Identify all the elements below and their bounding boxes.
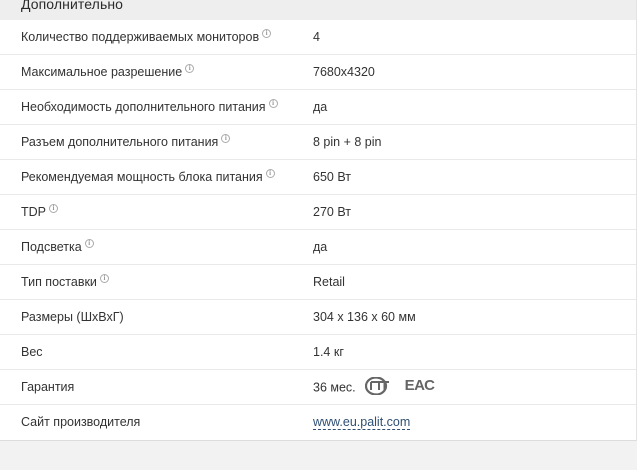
manufacturer-link[interactable]: www.eu.palit.com bbox=[313, 415, 411, 430]
spec-value: 304 x 136 x 60 мм bbox=[313, 310, 416, 324]
spec-value: да bbox=[313, 100, 328, 114]
spec-row-dimensions: Размеры (ШхВхГ) 304 x 136 x 60 мм bbox=[0, 300, 636, 335]
spec-label-text: Необходимость дополнительного питания bbox=[21, 100, 266, 114]
spec-value: 4 bbox=[313, 30, 320, 44]
spec-label-text: Максимальное разрешение bbox=[21, 65, 183, 79]
section-title: Дополнительно bbox=[21, 0, 124, 12]
section-header: Дополнительно bbox=[0, 0, 636, 20]
info-icon[interactable]: i bbox=[99, 274, 109, 283]
spec-value: 650 Вт bbox=[313, 170, 351, 184]
spec-label-text: Размеры (ШхВхГ) bbox=[21, 310, 124, 324]
spec-value: 7680x4320 bbox=[313, 65, 375, 79]
spec-row-weight: Вес 1.4 кг bbox=[0, 335, 636, 370]
spec-row-monitors: Количество поддерживаемых мониторов i 4 bbox=[0, 20, 636, 55]
spec-row-psu-power: Рекомендуемая мощность блока питания i 65… bbox=[0, 160, 636, 195]
spec-row-delivery-type: Тип поставки i Retail bbox=[0, 265, 636, 300]
spec-label-text: Подсветка bbox=[21, 240, 82, 254]
info-icon[interactable]: i bbox=[265, 169, 275, 178]
eac-certification-icon: ЕАС bbox=[404, 377, 435, 394]
info-icon[interactable]: i bbox=[268, 99, 278, 108]
spec-label: Размеры (ШхВхГ) bbox=[21, 309, 124, 325]
spec-label-text: Разъем дополнительного питания bbox=[21, 135, 219, 149]
spec-label-text: Количество поддерживаемых мониторов bbox=[21, 30, 260, 44]
spec-value: www.eu.palit.com bbox=[313, 414, 411, 430]
warranty-text: 36 мес. bbox=[313, 380, 356, 395]
info-icon[interactable]: i bbox=[49, 204, 58, 213]
spec-label: Рекомендуемая мощность блока питания i bbox=[21, 169, 275, 185]
spec-label: Подсветка i bbox=[21, 239, 94, 255]
spec-value: да bbox=[313, 240, 328, 254]
spec-label-text: Вес bbox=[21, 345, 43, 359]
spec-row-resolution: Максимальное разрешение i 7680x4320 bbox=[0, 55, 636, 90]
spec-label: Необходимость дополнительного питания i bbox=[21, 99, 278, 115]
spec-label-text: Гарантия bbox=[21, 380, 75, 394]
info-icon[interactable]: i bbox=[84, 239, 94, 248]
spec-label-text: Рекомендуемая мощность блока питания bbox=[21, 170, 263, 184]
spec-row-tdp: TDP i 270 Вт bbox=[0, 195, 636, 230]
spec-value: 1.4 кг bbox=[313, 345, 344, 359]
spec-value: Retail bbox=[313, 275, 345, 289]
spec-row-backlight: Подсветка i да bbox=[0, 230, 636, 265]
spec-label-text: TDP bbox=[21, 205, 46, 219]
spec-label: Разъем дополнительного питания i bbox=[21, 134, 231, 150]
certification-marks: ЕАС bbox=[365, 377, 435, 395]
spec-row-power-connector: Разъем дополнительного питания i 8 pin + … bbox=[0, 125, 636, 160]
spec-value: 36 мес. ЕАС bbox=[313, 377, 435, 397]
specs-panel: Дополнительно Количество поддерживаемых … bbox=[0, 0, 637, 441]
spec-value: 8 pin + 8 pin bbox=[313, 135, 382, 149]
info-icon[interactable]: i bbox=[185, 64, 195, 73]
spec-label: Максимальное разрешение i bbox=[21, 64, 195, 80]
spec-label: Вес bbox=[21, 344, 43, 360]
spec-label: Сайт производителя bbox=[21, 414, 140, 430]
spec-row-manufacturer-site: Сайт производителя www.eu.palit.com bbox=[0, 405, 636, 440]
spec-row-extra-power: Необходимость дополнительного питания i д… bbox=[0, 90, 636, 125]
spec-row-warranty: Гарантия 36 мес. ЕАС bbox=[0, 370, 636, 405]
spec-value: 270 Вт bbox=[313, 205, 351, 219]
spec-label: Количество поддерживаемых мониторов i bbox=[21, 29, 272, 45]
spec-label-text: Сайт производителя bbox=[21, 415, 141, 429]
info-icon[interactable]: i bbox=[221, 134, 231, 143]
spec-label-text: Тип поставки bbox=[21, 275, 97, 289]
spec-label: TDP i bbox=[21, 204, 58, 220]
pct-certification-icon bbox=[365, 377, 390, 395]
spec-label: Гарантия bbox=[21, 379, 74, 395]
info-icon[interactable]: i bbox=[262, 29, 272, 38]
spec-label: Тип поставки i bbox=[21, 274, 109, 290]
